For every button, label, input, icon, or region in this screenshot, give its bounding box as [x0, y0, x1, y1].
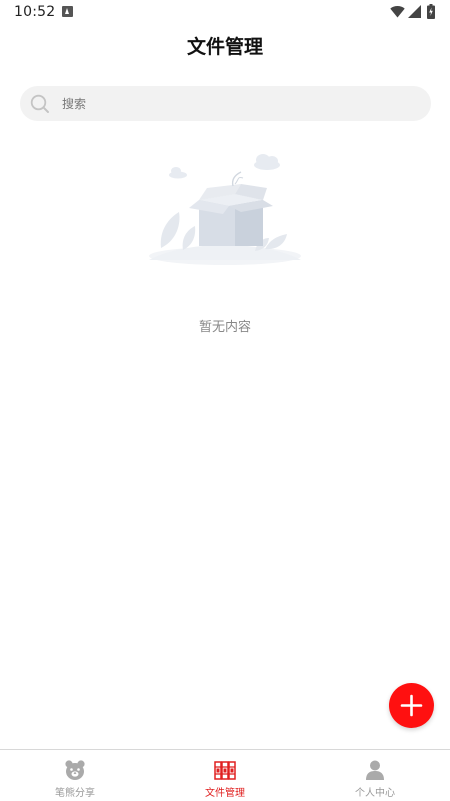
- battery-charging-icon: [427, 4, 435, 19]
- bottom-nav: 笔熊分享 文件管理 个人中心: [0, 749, 450, 801]
- wifi-icon: [390, 6, 405, 18]
- search-bar[interactable]: [20, 86, 431, 121]
- person-icon: [366, 760, 384, 780]
- add-button[interactable]: [389, 683, 434, 728]
- notification-icon: [62, 6, 73, 17]
- empty-box-illustration: [149, 154, 301, 265]
- plus-icon: [400, 694, 423, 717]
- search-input[interactable]: [62, 86, 412, 121]
- nav-item-profile[interactable]: 个人中心: [300, 750, 450, 801]
- bear-icon: [65, 760, 85, 780]
- empty-state-text: 暂无内容: [198, 320, 251, 335]
- signal-icon: [408, 5, 421, 18]
- page-title: 文件管理: [186, 36, 263, 58]
- status-bar: 10:52: [0, 0, 450, 26]
- nav-label-profile: 个人中心: [355, 788, 395, 799]
- books-icon: [214, 761, 236, 780]
- status-time: 10:52: [14, 4, 56, 20]
- nav-item-share[interactable]: 笔熊分享: [0, 750, 150, 801]
- app-screen: 10:52 文件管理 搜索 暂无内容 笔熊分享 文件管理 个人中心: [0, 0, 450, 801]
- nav-label-files: 文件管理: [205, 788, 245, 799]
- nav-item-files[interactable]: 文件管理: [150, 750, 300, 801]
- search-icon: [30, 94, 49, 113]
- nav-label-share: 笔熊分享: [55, 788, 95, 799]
